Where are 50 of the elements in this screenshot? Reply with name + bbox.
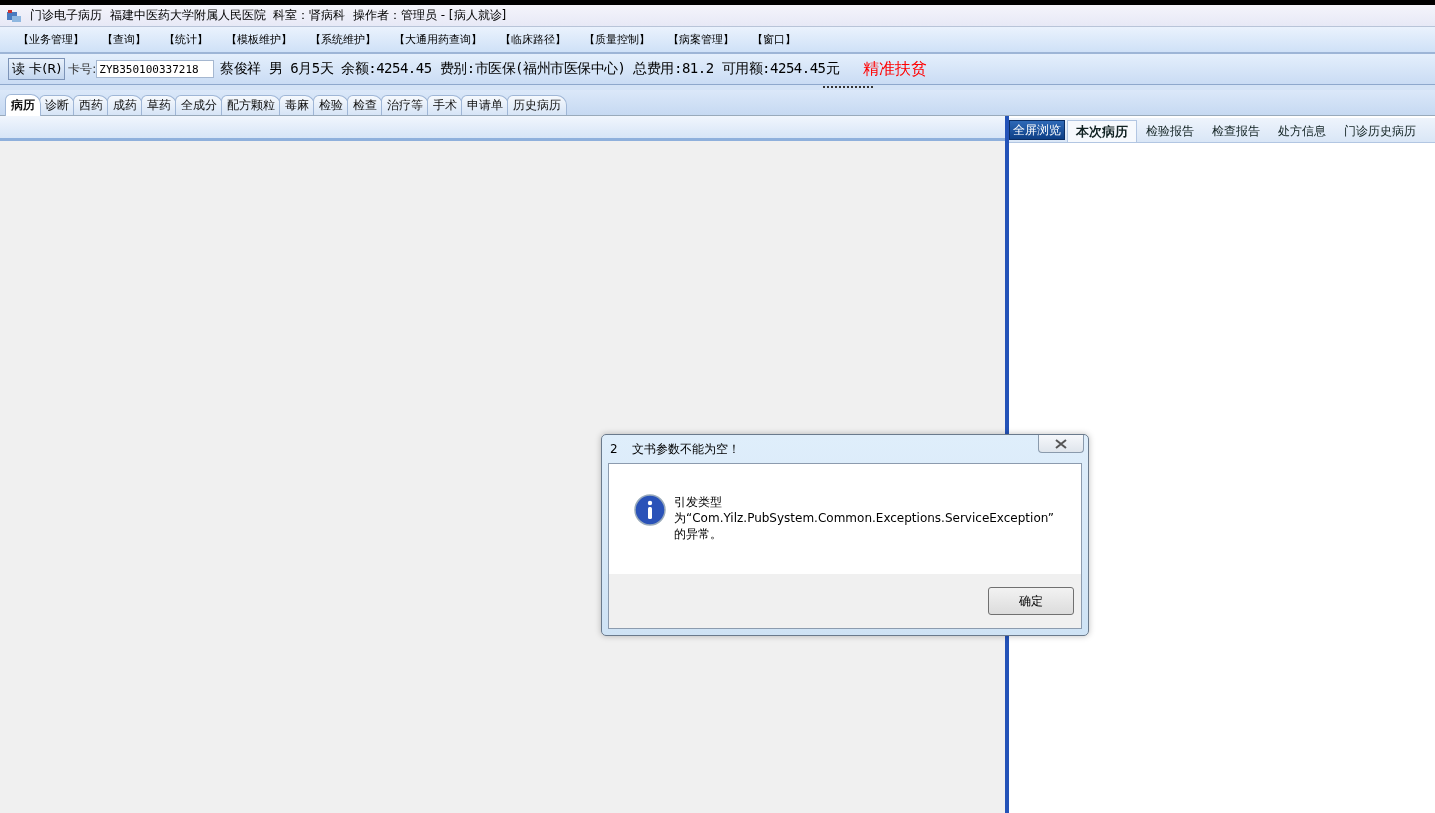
- close-button[interactable]: [1038, 435, 1084, 453]
- poverty-tag: 精准扶贫: [863, 58, 928, 80]
- read-card-button[interactable]: 读 卡(R): [8, 58, 66, 80]
- tab[interactable]: 成药: [107, 95, 143, 115]
- card-label: 卡号:: [68, 60, 97, 78]
- patient-info: 男: [268, 60, 283, 78]
- patient-info: 可用额:4254.45元: [721, 60, 840, 78]
- patient-info: 6月5天: [290, 60, 334, 78]
- tab[interactable]: 申请单: [461, 95, 509, 115]
- patient-info: 费别:市医保(福州市医保中心): [439, 60, 626, 78]
- ok-button[interactable]: 确定: [988, 587, 1074, 615]
- tab[interactable]: 西药: [73, 95, 109, 115]
- card-number-field[interactable]: ZYB350100337218: [96, 60, 215, 78]
- menu-item[interactable]: 【质量控制】: [580, 32, 664, 47]
- tab[interactable]: 病历: [5, 94, 41, 116]
- window-title: 门诊电子病历 福建中医药大学附属人民医院 科室：肾病科 操作者：管理员 - [病人就诊]: [30, 7, 507, 24]
- tab[interactable]: 手术: [427, 95, 463, 115]
- patient-info: 余额:4254.45: [341, 60, 432, 78]
- app-icon: [6, 8, 22, 23]
- tab[interactable]: 检查: [347, 95, 383, 115]
- menu-item[interactable]: 【业务管理】: [14, 32, 98, 47]
- tab[interactable]: 全成分: [175, 95, 223, 115]
- tab[interactable]: 毒麻: [279, 95, 315, 115]
- tab[interactable]: 本次病历: [1067, 120, 1137, 142]
- menu-item[interactable]: 【病案管理】: [664, 32, 748, 47]
- patient-info: 蔡俊祥: [220, 60, 261, 78]
- tab[interactable]: 诊断: [39, 95, 75, 115]
- menu-item[interactable]: 【窗口】: [748, 32, 810, 47]
- tab[interactable]: 配方颗粒: [221, 95, 281, 115]
- tab[interactable]: 草药: [141, 95, 177, 115]
- tab[interactable]: 历史病历: [507, 95, 567, 115]
- menu-item[interactable]: 【系统维护】: [306, 32, 390, 47]
- fullscreen-button[interactable]: 全屏浏览: [1009, 120, 1065, 140]
- menu-item[interactable]: 【模板维护】: [222, 32, 306, 47]
- dialog-number: 2: [610, 442, 618, 456]
- tab[interactable]: 检查报告: [1203, 120, 1269, 142]
- menu-item[interactable]: 【大通用药查询】: [390, 32, 496, 47]
- tab[interactable]: 门诊历史病历: [1335, 120, 1425, 142]
- menu-item[interactable]: 【临床路径】: [496, 32, 580, 47]
- menu-item[interactable]: 【统计】: [160, 32, 222, 47]
- tab[interactable]: 检验: [313, 95, 349, 115]
- menu-item[interactable]: 【查询】: [98, 32, 160, 47]
- dialog-title: 文书参数不能为空！: [631, 440, 740, 458]
- tab[interactable]: 检验报告: [1137, 120, 1203, 142]
- close-icon: [1055, 438, 1067, 449]
- info-icon: [634, 494, 666, 526]
- patient-info: 总费用:81.2: [633, 60, 714, 78]
- tab[interactable]: 处方信息: [1269, 120, 1335, 142]
- error-message: 引发类型为“Com.Yilz.PubSystem.Common.Exceptions.ServiceException”的异常。: [674, 494, 1054, 543]
- tab[interactable]: 治疗等: [381, 95, 429, 115]
